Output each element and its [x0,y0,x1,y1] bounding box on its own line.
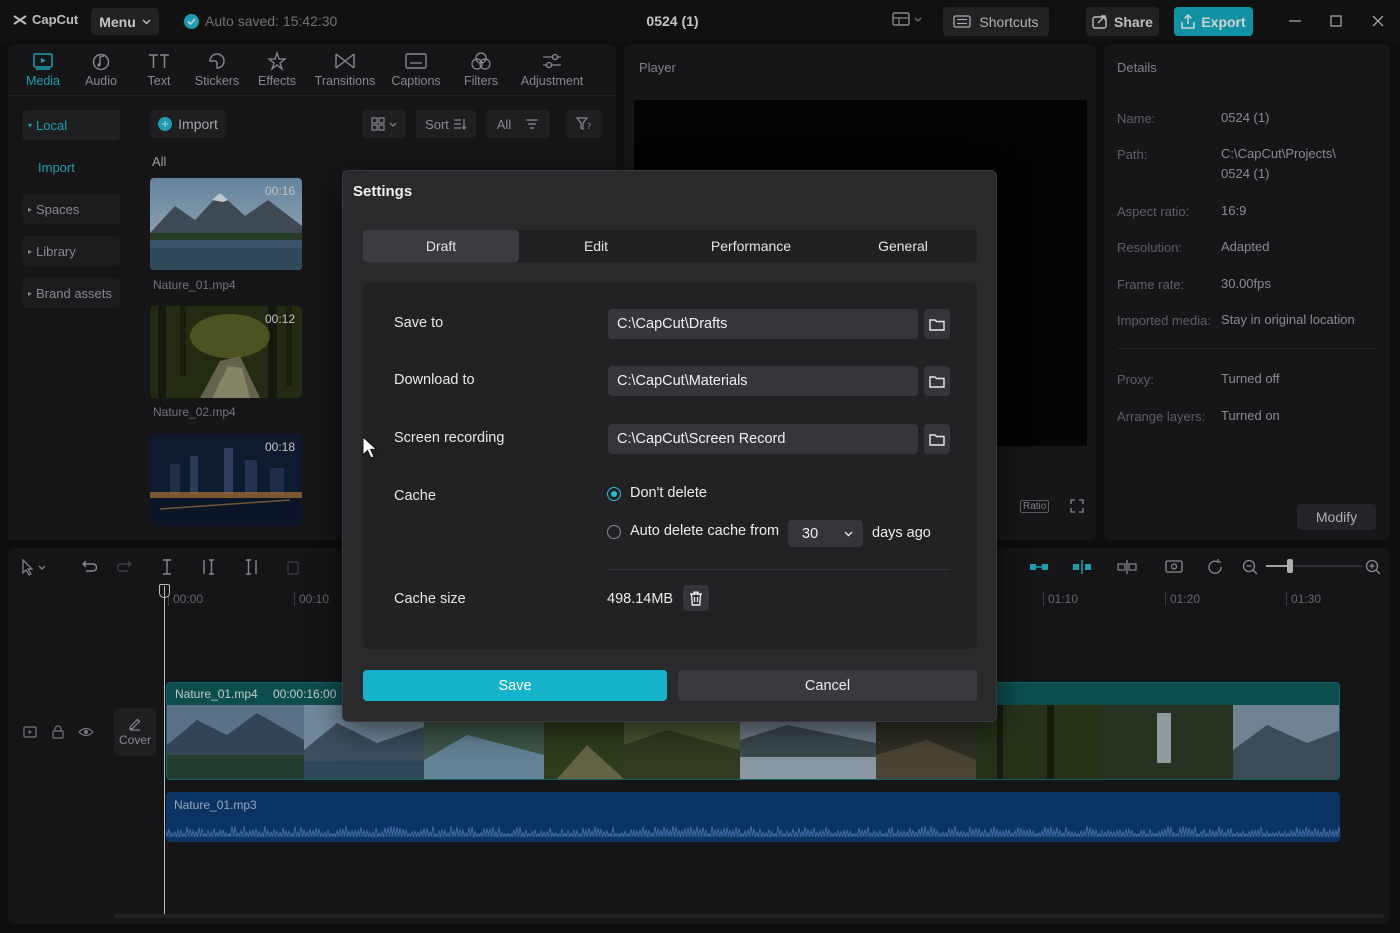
cache-label: Cache [394,488,436,504]
save-to-browse-button[interactable] [924,309,950,339]
tab-draft[interactable]: Draft [363,230,519,262]
screen-recording-browse-button[interactable] [924,424,950,454]
clear-cache-button[interactable] [683,585,709,611]
tab-general[interactable]: General [829,230,977,262]
tab-performance[interactable]: Performance [673,230,829,262]
cache-days-suffix: days ago [872,525,931,541]
body-divider [607,569,950,570]
screen-recording-label: Screen recording [394,430,505,446]
draft-settings-body: Save to C:\CapCut\Drafts Download to C:\… [363,283,977,649]
download-to-browse-button[interactable] [924,366,950,396]
cache-dont-delete-label[interactable]: Don't delete [630,485,707,501]
cache-size-value: 498.14MB [607,591,674,607]
cache-days-value: 30 [802,525,819,542]
download-to-path-field[interactable]: C:\CapCut\Materials [608,366,918,396]
dialog-title: Settings [353,183,413,200]
mouse-cursor-icon [362,436,378,460]
cache-auto-delete-label[interactable]: Auto delete cache from [630,523,779,539]
cache-auto-delete-radio[interactable] [607,525,621,539]
settings-dialog: Settings Draft Edit Performance General … [342,170,997,722]
cache-dont-delete-radio[interactable] [607,487,621,501]
cache-size-label: Cache size [394,591,466,607]
trash-icon [689,591,703,606]
cancel-button[interactable]: Cancel [678,670,977,701]
download-to-label: Download to [394,372,475,388]
folder-icon [929,375,945,388]
cache-days-select[interactable]: 30 [788,520,863,547]
folder-icon [929,318,945,331]
settings-tabs: Draft Edit Performance General [363,230,977,262]
chevron-down-icon [844,531,853,537]
save-to-label: Save to [394,315,444,331]
save-to-path-field[interactable]: C:\CapCut\Drafts [608,309,918,339]
save-button[interactable]: Save [363,670,667,701]
tab-edit[interactable]: Edit [519,230,673,262]
folder-icon [929,433,945,446]
screen-recording-path-field[interactable]: C:\CapCut\Screen Record [608,424,918,454]
